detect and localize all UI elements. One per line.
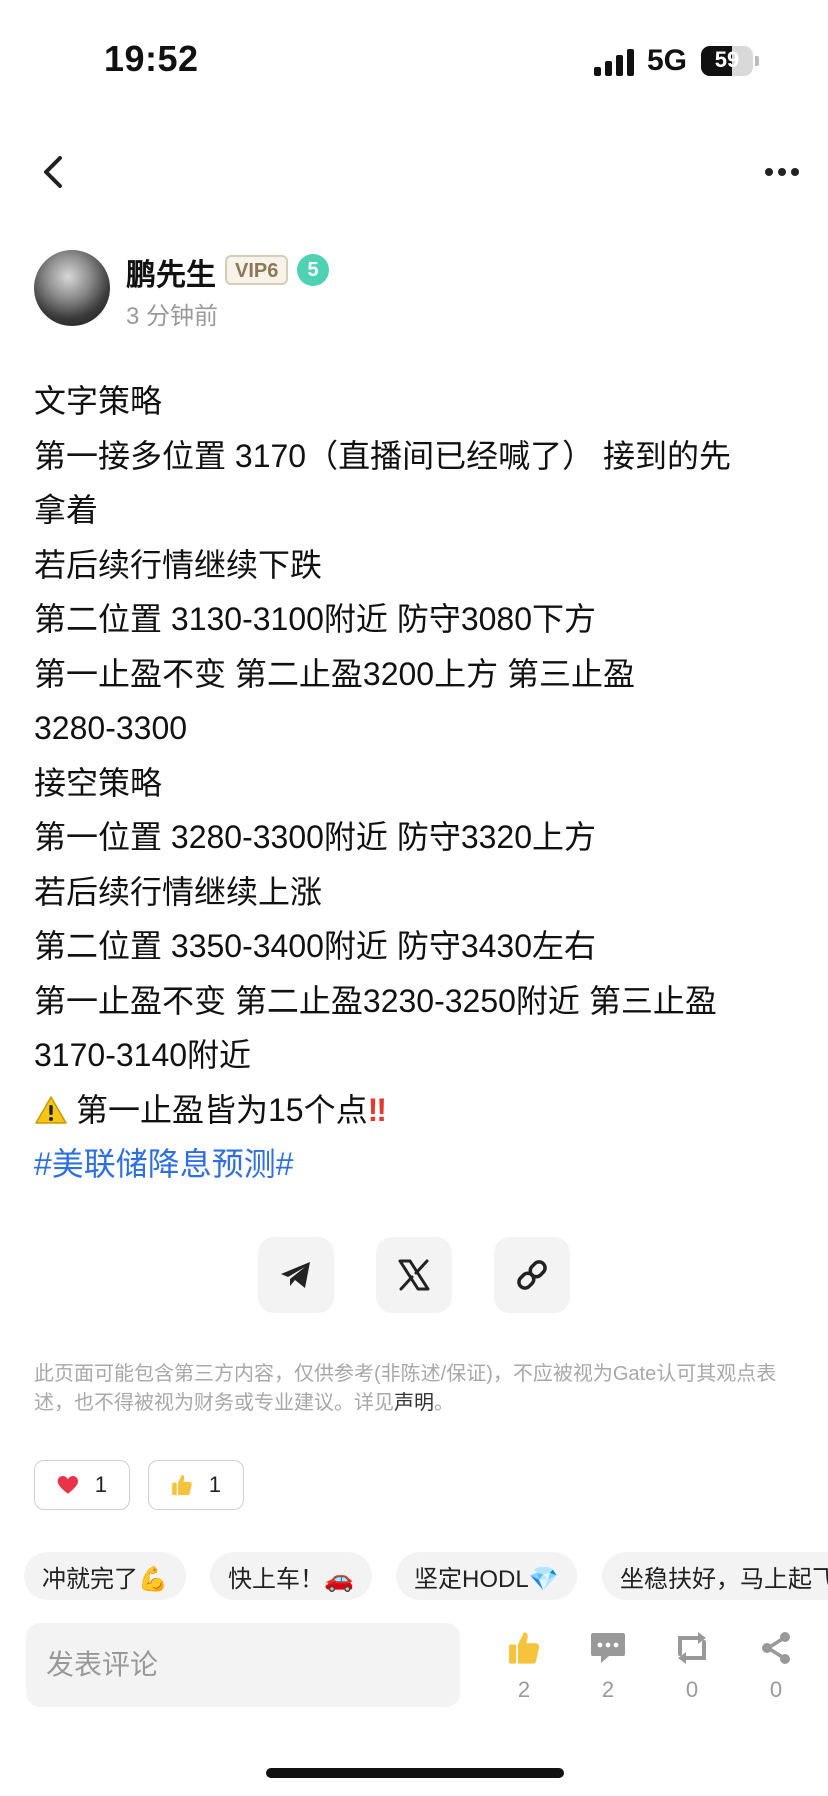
warning-line: 第一止盈皆为15个点‼ — [34, 1083, 794, 1138]
disclaimer: 此页面可能包含第三方内容，仅供参考(非陈述/保证)，不应被视为Gate认可其观点… — [34, 1360, 794, 1418]
heart-count: 1 — [94, 1472, 107, 1497]
post-content: 文字策略 第一接多位置 3170（直播间已经喊了） 接到的先 拿着 若后续行情继… — [34, 374, 794, 1192]
like-button[interactable]: 2 — [494, 1630, 554, 1703]
battery-icon: 59 — [701, 46, 753, 76]
quick-reply-chip[interactable]: 坚定HODL💎 — [396, 1552, 577, 1600]
post-line: 第二位置 3130-3100附近 防守3080下方 — [34, 601, 597, 637]
post-line: 第一止盈不变 第二止盈3230-3250附近 第三止盈 — [34, 982, 717, 1019]
signal-icon — [594, 48, 636, 76]
quick-reply-chip[interactable]: 冲就完了💪 — [24, 1552, 186, 1600]
more-dot — [765, 168, 773, 176]
comment-count: 2 — [601, 1677, 615, 1702]
double-exclamation-icon: ‼ — [367, 1091, 387, 1128]
like-count: 2 — [517, 1677, 531, 1702]
home-indicator — [266, 1768, 564, 1778]
link-icon — [517, 1260, 547, 1290]
share-x-button[interactable] — [376, 1237, 452, 1313]
repost-button[interactable]: 0 — [662, 1630, 722, 1703]
comment-button[interactable]: 2 — [578, 1630, 638, 1703]
battery-level: 59 — [714, 47, 740, 72]
comment-input[interactable]: 发表评论 — [26, 1623, 460, 1707]
thumbs-up-icon — [509, 1632, 540, 1664]
disclaimer-link[interactable]: 声明 — [394, 1392, 434, 1414]
post-line: 第一止盈不变 第二止盈3200上方 第三止盈 — [34, 655, 635, 692]
repost-count: 0 — [685, 1677, 699, 1702]
post-line: 拿着 — [34, 492, 99, 528]
post-line: 文字策略 — [34, 383, 163, 419]
thumb-count: 1 — [208, 1472, 221, 1497]
post-line: 若后续行情继续上涨 — [34, 873, 323, 910]
telegram-icon — [281, 1262, 310, 1288]
more-dot — [791, 168, 799, 176]
share-button[interactable]: 0 — [746, 1630, 806, 1703]
post-line: 第二位置 3350-3400附近 防守3430左右 — [34, 928, 597, 964]
back-button[interactable] — [36, 150, 70, 194]
warning-icon — [35, 1095, 67, 1124]
quick-reply-chip[interactable]: 坐稳扶好，马上起飞 — [602, 1552, 828, 1600]
copy-link-button[interactable] — [494, 1237, 570, 1313]
more-dot — [778, 168, 786, 176]
author-name[interactable]: 鹏先生 — [126, 250, 216, 294]
more-button[interactable] — [760, 150, 804, 194]
post-line: 3170-3140附近 — [34, 1037, 252, 1073]
hashtag-link[interactable]: #美联储降息预测# — [34, 1137, 794, 1192]
share-count: 0 — [769, 1677, 783, 1702]
battery-cap — [755, 56, 759, 66]
x-icon — [398, 1259, 430, 1291]
share-icon — [762, 1632, 790, 1664]
post-line: 第一位置 3280-3300附近 防守3320上方 — [34, 819, 597, 855]
warning-text: 第一止盈皆为15个点 — [76, 1091, 368, 1128]
post-line: 接空策略 — [34, 764, 163, 801]
post-line: 3280-3300 — [34, 710, 188, 746]
repost-icon — [678, 1632, 706, 1664]
comment-icon — [591, 1633, 625, 1663]
thumbs-up-icon — [172, 1474, 192, 1496]
post-line: 第一接多位置 3170（直播间已经喊了） 接到的先 — [34, 437, 731, 474]
quick-reply-chip[interactable]: 快上车！🚗 — [210, 1552, 372, 1600]
heart-reaction-button[interactable]: 1 — [34, 1460, 130, 1510]
chevron-left-icon — [44, 156, 62, 188]
network-type: 5G — [647, 44, 688, 77]
status-time: 19:52 — [104, 38, 199, 79]
heart-icon — [57, 1475, 79, 1494]
post-time: 3 分钟前 — [126, 303, 219, 330]
share-telegram-button[interactable] — [258, 1237, 334, 1313]
thumbs-reaction-button[interactable]: 1 — [148, 1460, 244, 1510]
vip-badge: VIP6 — [225, 255, 289, 285]
disclaimer-end: 。 — [434, 1392, 454, 1414]
avatar[interactable] — [34, 250, 110, 326]
post-line: 若后续行情继续下跌 — [34, 546, 323, 583]
level-badge: 5 — [297, 254, 329, 286]
